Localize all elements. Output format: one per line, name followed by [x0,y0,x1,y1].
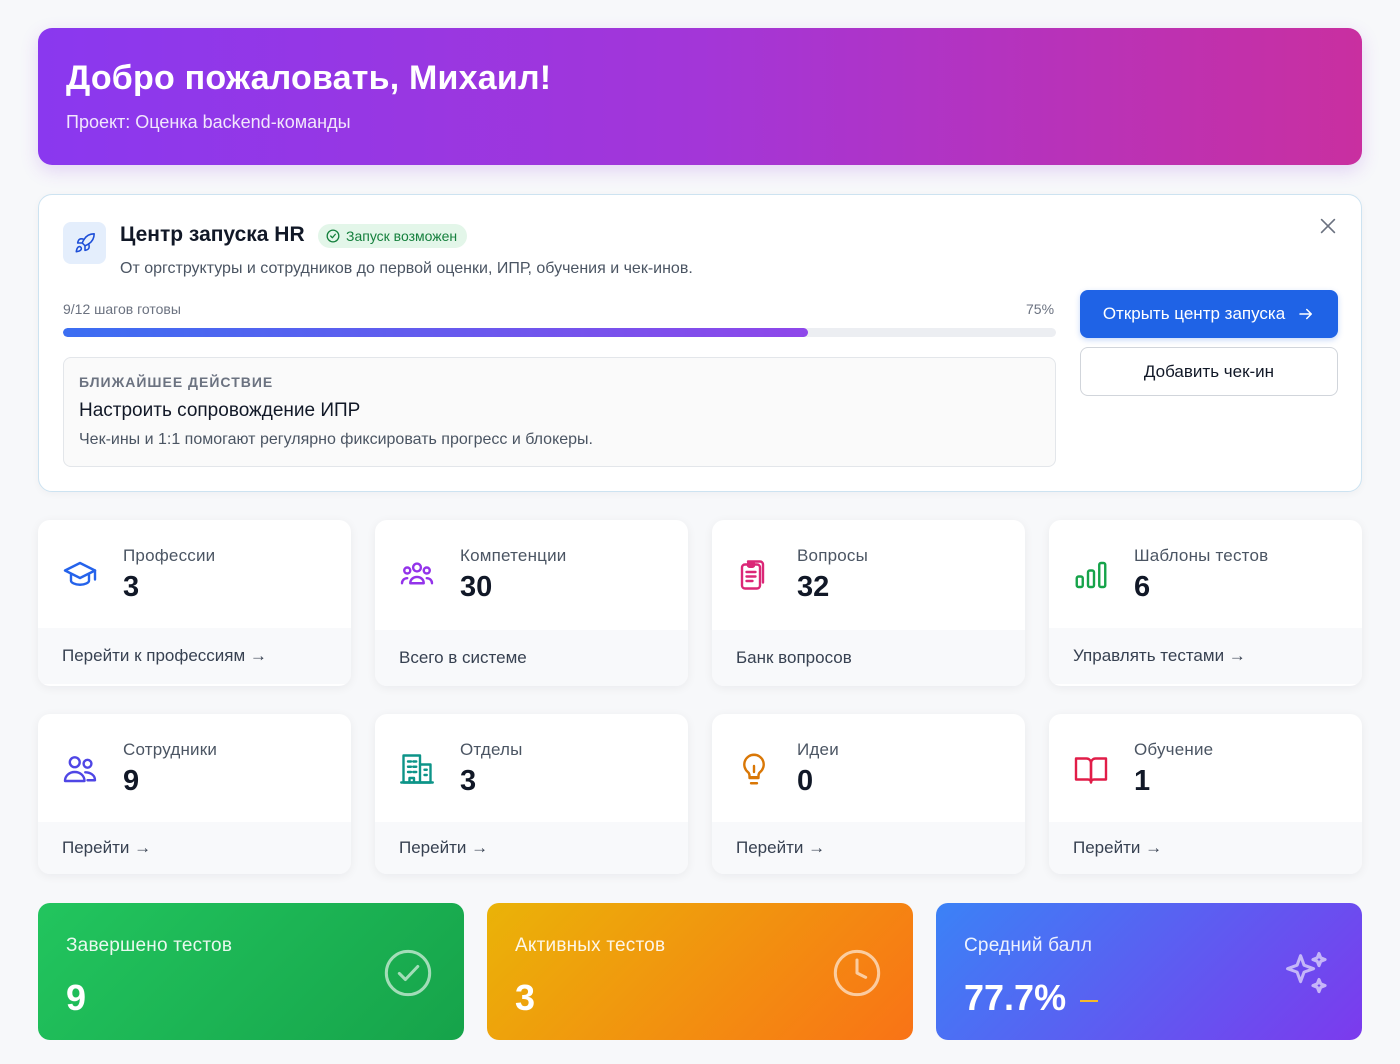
arrow-right-icon [1299,308,1313,320]
next-action-box: БЛИЖАЙШЕЕ ДЕЙСТВИЕ Настроить сопровожден… [63,357,1056,467]
card-professions[interactable]: Профессии 3 Перейти к профессиям → [38,520,351,686]
welcome-title: Добро пожаловать, Михаил! [66,59,552,97]
card-test-templates[interactable]: Шаблоны тестов 6 Управлять тестами → [1049,520,1362,686]
card-label: Отделы [460,740,523,759]
card-footer-link[interactable]: Перейти → [712,822,1025,874]
next-action-title: Настроить сопровождение ИПР [79,400,361,421]
progress-bar [63,328,1056,337]
open-launch-center-label: Открыть центр запуска [1102,304,1286,323]
stat-label: Активных тестов [515,935,666,956]
launch-center-description: От оргструктуры и сотрудников до первой … [120,260,693,277]
progress-percent: 75% [1026,301,1055,317]
card-value: 6 [1134,571,1151,603]
card-footer-text: Всего в системе [375,630,688,686]
card-label: Обучение [1134,740,1214,759]
add-checkin-button[interactable]: Добавить чек-ин [1080,347,1338,396]
close-icon[interactable] [1317,215,1339,237]
active-tests-stat: Активных тестов 3 [487,903,913,1040]
card-footer-link[interactable]: Перейти к профессиям → [38,628,351,684]
building-icon [399,751,435,787]
card-learning[interactable]: Обучение 1 Перейти → [1049,714,1362,874]
trend-neutral-icon [1080,1000,1099,1002]
card-value: 1 [1134,765,1151,797]
check-circle-icon [382,947,434,999]
card-footer-link[interactable]: Перейти → [375,822,688,874]
launch-center-title: Центр запуска HR [120,223,305,246]
stat-label: Средний балл [964,935,1093,956]
card-label: Компетенции [460,546,567,565]
card-employees[interactable]: Сотрудники 9 Перейти → [38,714,351,874]
progress-steps-label: 9/12 шагов готовы [63,301,181,317]
status-badge-label: Запуск возможен [346,228,458,244]
rocket-icon [63,222,106,264]
sparkles-icon [1280,947,1332,999]
stat-value: 9 [66,977,87,1018]
book-open-icon [1073,751,1109,787]
completed-tests-stat: Завершено тестов 9 [38,903,464,1040]
card-competencies[interactable]: Компетенции 30 Всего в системе [375,520,688,686]
stat-label: Завершено тестов [66,935,233,956]
stat-value: 77.7% [964,977,1067,1018]
check-circle-icon [326,229,340,243]
average-score-stat: Средний балл 77.7% [936,903,1362,1040]
clock-icon [831,947,883,999]
status-badge: Запуск возможен [318,224,468,248]
graduation-cap-icon [62,557,98,593]
card-footer-link[interactable]: Управлять тестами → [1049,628,1362,684]
card-value: 32 [797,571,830,603]
project-subtitle: Проект: Оценка backend-команды [66,112,351,132]
next-action-kicker: БЛИЖАЙШЕЕ ДЕЙСТВИЕ [79,374,274,390]
card-footer-link[interactable]: Перейти → [1049,822,1362,874]
card-footer-link[interactable]: Перейти → [38,822,351,874]
card-footer-text: Банк вопросов [712,630,1025,686]
card-label: Идеи [797,740,839,759]
progress-bar-fill [63,328,808,337]
hr-launch-center-panel: Центр запуска HR Запуск возможен От оргс… [38,194,1362,492]
card-value: 30 [460,571,493,603]
welcome-banner: Добро пожаловать, Михаил! Проект: Оценка… [38,28,1362,165]
lightbulb-icon [736,751,772,787]
card-value: 0 [797,765,814,797]
next-action-description: Чек-ины и 1:1 помогают регулярно фиксиро… [79,431,593,448]
users-icon [62,751,98,787]
card-label: Сотрудники [123,740,218,759]
card-questions[interactable]: Вопросы 32 Банк вопросов [712,520,1025,686]
clipboard-list-icon [736,557,772,593]
card-value: 3 [460,765,477,797]
card-label: Шаблоны тестов [1134,546,1269,565]
bar-chart-icon [1073,557,1109,593]
users-group-icon [399,557,435,593]
stat-value: 3 [515,977,536,1018]
card-label: Профессии [123,546,216,565]
card-departments[interactable]: Отделы 3 Перейти → [375,714,688,874]
open-launch-center-button[interactable]: Открыть центр запуска [1080,290,1338,338]
card-label: Вопросы [797,546,869,565]
card-value: 9 [123,765,140,797]
card-ideas[interactable]: Идеи 0 Перейти → [712,714,1025,874]
card-value: 3 [123,571,140,603]
